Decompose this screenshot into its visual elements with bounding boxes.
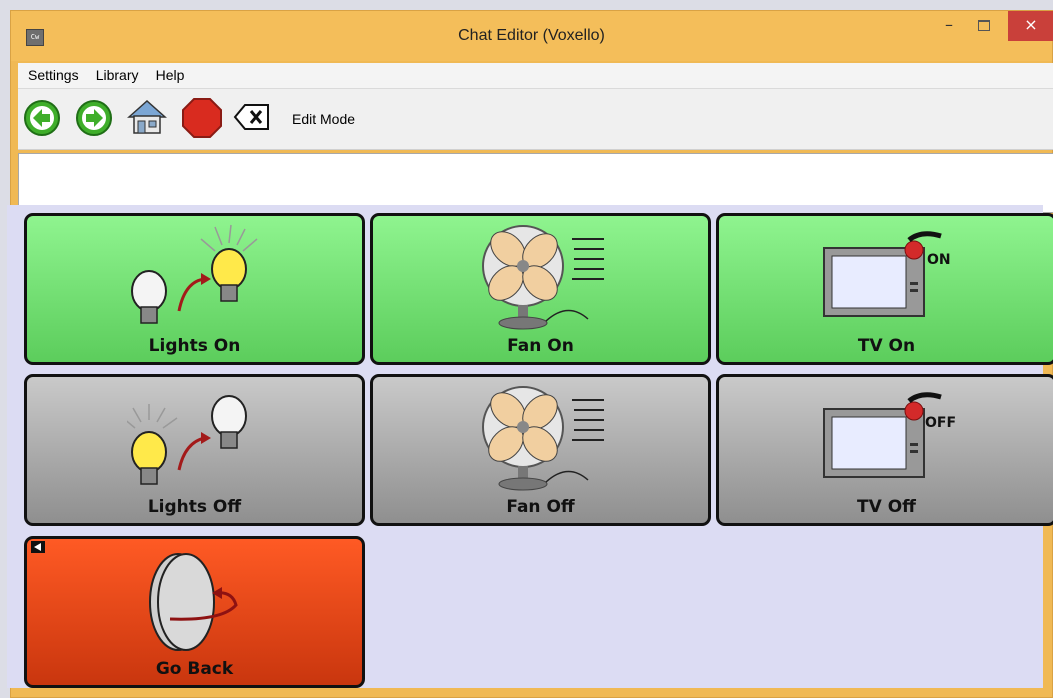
tv-off-badge: OFF — [925, 415, 956, 431]
back-triangle-icon — [31, 541, 45, 553]
back-icon[interactable] — [23, 99, 61, 137]
tile-label: Go Back — [155, 659, 234, 679]
button-grid: Lights On Fan On ON TV On Lights Off Fan… — [7, 205, 1053, 688]
toolbar: Edit Mode — [18, 89, 1053, 150]
fan-icon — [482, 386, 604, 491]
tile-lights-off[interactable]: Lights Off — [24, 374, 365, 526]
edit-mode-label[interactable]: Edit Mode — [292, 111, 355, 127]
lights-on-icon — [131, 224, 258, 324]
window-title: Chat Editor (Voxello) — [458, 27, 605, 44]
tile-fan-on[interactable]: Fan On — [370, 213, 711, 365]
maximize-icon — [978, 20, 990, 31]
maximize-button[interactable] — [969, 11, 999, 41]
tile-tv-on[interactable]: ON TV On — [716, 213, 1053, 365]
tile-label: Lights On — [148, 336, 241, 356]
tile-label: TV Off — [857, 497, 916, 517]
minimize-button[interactable]: – — [934, 11, 964, 41]
tile-label: Fan Off — [506, 497, 575, 517]
tile-tv-off[interactable]: OFF TV Off — [716, 374, 1053, 526]
clear-icon[interactable] — [233, 102, 271, 132]
tv-on-icon: ON — [823, 231, 951, 317]
stop-icon[interactable] — [180, 96, 224, 140]
menu-help[interactable]: Help — [150, 63, 191, 87]
tv-off-icon: OFF — [823, 392, 956, 478]
tile-fan-off[interactable]: Fan Off — [370, 374, 711, 526]
fan-icon — [482, 225, 604, 330]
home-icon[interactable] — [126, 97, 168, 137]
close-button[interactable]: × — [1008, 11, 1053, 41]
menu-library[interactable]: Library — [90, 63, 145, 87]
tile-label: TV On — [857, 336, 916, 356]
tile-go-back[interactable]: Go Back — [24, 536, 365, 688]
message-bar[interactable] — [18, 153, 1053, 213]
lights-off-icon — [127, 395, 247, 485]
menu-bar: Settings Library Help — [18, 63, 1053, 89]
forward-icon[interactable] — [75, 99, 113, 137]
title-bar[interactable]: Cw Chat Editor (Voxello) – × — [11, 11, 1053, 61]
menu-settings[interactable]: Settings — [18, 63, 85, 87]
tile-lights-on[interactable]: Lights On — [24, 213, 365, 365]
tile-label: Fan On — [507, 336, 574, 356]
go-back-icon — [149, 553, 238, 651]
tv-on-badge: ON — [927, 252, 951, 268]
tile-label: Lights Off — [147, 497, 242, 517]
